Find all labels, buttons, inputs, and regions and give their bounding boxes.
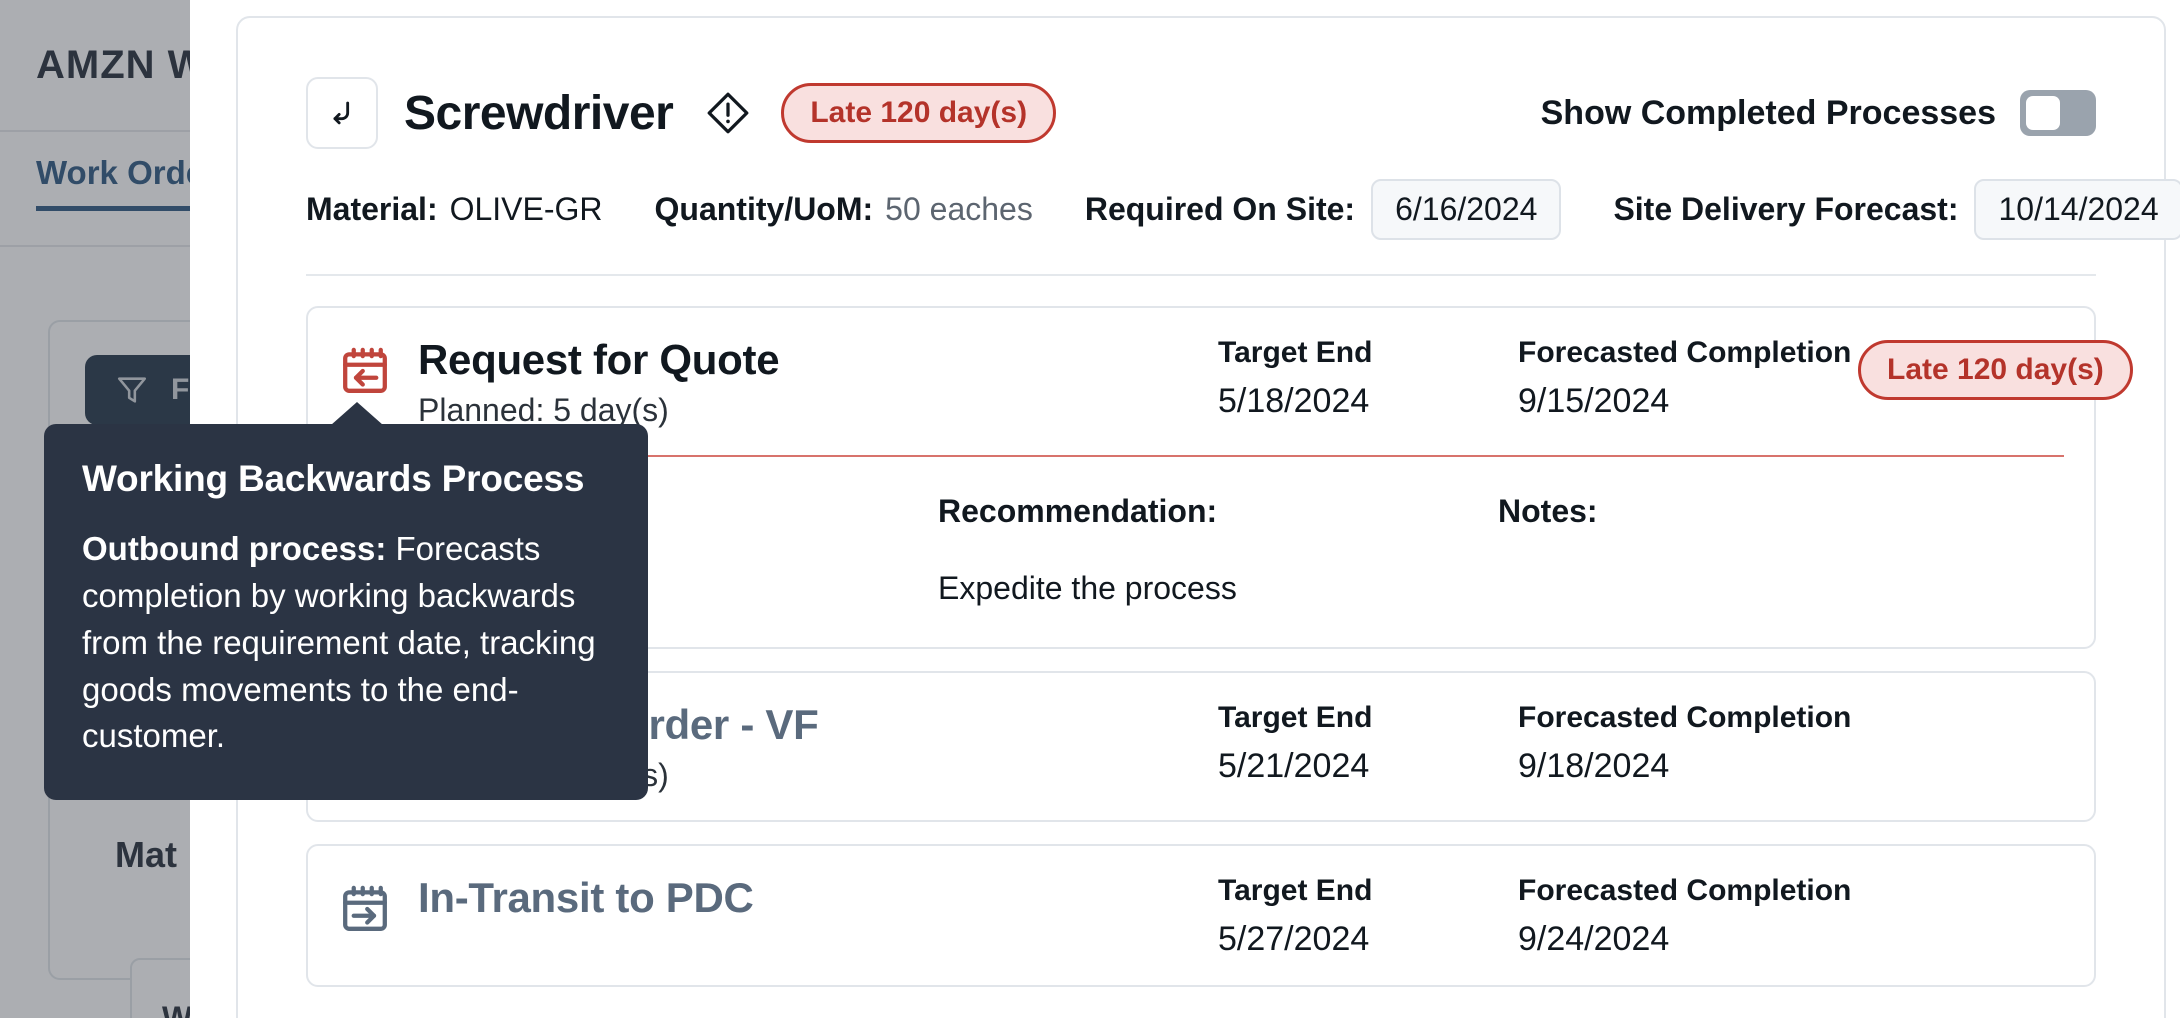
- show-completed-toggle[interactable]: [2020, 90, 2096, 136]
- forecasted-completion-value: 9/18/2024: [1518, 747, 1858, 786]
- calendar-arrow-right-icon: [338, 882, 392, 936]
- quantity-meta: Quantity/UoM: 50 eaches: [655, 191, 1033, 228]
- target-end-value: 5/21/2024: [1218, 747, 1518, 786]
- working-backwards-tooltip: Working Backwards Process Outbound proce…: [44, 424, 648, 800]
- site-delivery-forecast-label: Site Delivery Forecast:: [1613, 191, 1958, 228]
- forecasted-completion-label: Forecasted Completion: [1518, 701, 1858, 735]
- forecasted-completion-label: Forecasted Completion: [1518, 874, 1858, 908]
- process-forecasted-completion: Forecasted Completion 9/18/2024: [1518, 701, 1858, 786]
- show-completed-label: Show Completed Processes: [1541, 94, 1996, 133]
- process-forecasted-completion: Forecasted Completion 9/24/2024: [1518, 874, 1858, 959]
- process-card[interactable]: In-Transit to PDC Target End 5/27/2024 F…: [306, 844, 2096, 987]
- process-title-group: In-Transit to PDC: [418, 874, 1218, 930]
- material-value: OLIVE-GR: [450, 191, 603, 228]
- drawer-meta-row: Material: OLIVE-GR Quantity/UoM: 50 each…: [306, 176, 2096, 242]
- forecasted-completion-value: 9/24/2024: [1518, 920, 1858, 959]
- detail-notes-column: Notes:: [1498, 493, 1898, 607]
- material-label: Material:: [306, 191, 438, 228]
- warning-diamond-icon: [705, 90, 751, 136]
- return-arrow-icon: [325, 96, 359, 130]
- process-target-end: Target End 5/27/2024: [1218, 874, 1518, 959]
- target-end-value: 5/27/2024: [1218, 920, 1518, 959]
- target-end-value: 5/18/2024: [1218, 382, 1518, 421]
- recommendation-value: Expedite the process: [938, 570, 1498, 607]
- process-target-end: Target End 5/21/2024: [1218, 701, 1518, 786]
- calendar-arrow-left-icon: [338, 344, 392, 398]
- target-end-label: Target End: [1218, 874, 1518, 908]
- process-card-summary[interactable]: In-Transit to PDC Target End 5/27/2024 F…: [308, 846, 2094, 985]
- forecasted-completion-value: 9/15/2024: [1518, 382, 1858, 421]
- target-end-label: Target End: [1218, 701, 1518, 735]
- tooltip-lead: Outbound process:: [82, 530, 386, 567]
- target-end-label: Target End: [1218, 336, 1518, 370]
- material-meta: Material: OLIVE-GR: [306, 191, 603, 228]
- tooltip-title: Working Backwards Process: [82, 458, 610, 500]
- required-on-site-label: Required On Site:: [1085, 191, 1355, 228]
- site-delivery-forecast-field[interactable]: 10/14/2024: [1974, 179, 2180, 240]
- quantity-value: 50 eaches: [885, 191, 1033, 228]
- tooltip-body: Outbound process: Forecasts completion b…: [82, 526, 610, 760]
- screen-root: AMZN W Work Orde Fil Mat Wo: [0, 0, 2180, 1018]
- quantity-label: Quantity/UoM:: [655, 191, 874, 228]
- required-on-site-meta: Required On Site: 6/16/2024: [1085, 179, 1562, 240]
- process-title: Request for Quote: [418, 336, 1218, 384]
- header-late-badge: Late 120 day(s): [781, 83, 1056, 143]
- header-divider: [306, 274, 2096, 276]
- process-title[interactable]: In-Transit to PDC: [418, 874, 1218, 922]
- process-target-end: Target End 5/18/2024: [1218, 336, 1518, 421]
- process-late-badge: Late 120 day(s): [1858, 340, 2133, 400]
- page-title: Screwdriver: [404, 86, 673, 141]
- detail-recommendation-column: Recommendation: Expedite the process: [938, 493, 1498, 607]
- drawer-header-row: Screwdriver Late 120 day(s) Show Complet…: [306, 74, 2096, 152]
- toggle-knob: [2026, 96, 2060, 130]
- required-on-site-field[interactable]: 6/16/2024: [1371, 179, 1561, 240]
- site-delivery-forecast-meta: Site Delivery Forecast: 10/14/2024: [1613, 179, 2180, 240]
- process-title-group: Request for Quote Planned: 5 day(s): [418, 336, 1218, 429]
- show-completed-toggle-group[interactable]: Show Completed Processes: [1541, 90, 2096, 136]
- back-button[interactable]: [306, 77, 378, 149]
- process-forecasted-completion: Forecasted Completion 9/15/2024: [1518, 336, 1858, 421]
- recommendation-label: Recommendation:: [938, 493, 1498, 530]
- forecasted-completion-label: Forecasted Completion: [1518, 336, 1858, 370]
- notes-label: Notes:: [1498, 493, 1898, 530]
